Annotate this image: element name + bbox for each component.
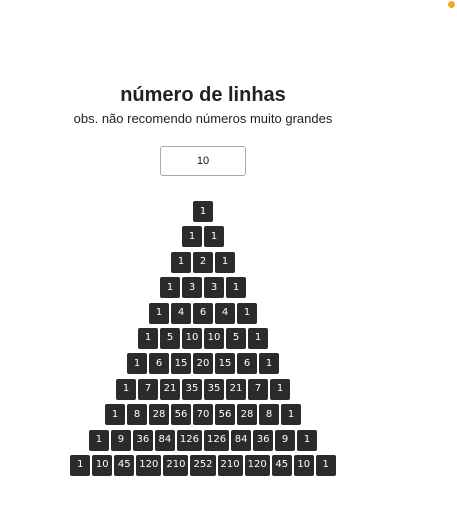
triangle-cell: 126 — [204, 429, 230, 451]
triangle-cell: 10 — [92, 454, 113, 476]
page-subtitle: obs. não recomendo números muito grandes — [73, 111, 333, 126]
number-of-lines-input[interactable] — [160, 146, 246, 176]
triangle-cell: 35 — [204, 378, 224, 400]
triangle-row: 1 10 45 120 210 252 210 120 45 10 1 — [0, 454, 406, 476]
triangle-cell: 1 — [105, 404, 125, 426]
triangle-cell: 21 — [226, 378, 246, 400]
triangle-cell: 1 — [226, 277, 246, 299]
triangle-cell: 36 — [132, 429, 153, 451]
triangle-cell: 252 — [190, 454, 216, 476]
triangle-cell: 1 — [182, 226, 202, 248]
triangle-cell: 1 — [315, 454, 336, 476]
status-dot — [448, 1, 455, 8]
triangle-cell: 8 — [127, 404, 147, 426]
triangle-cell: 1 — [70, 454, 91, 476]
triangle-cell: 3 — [182, 277, 202, 299]
triangle-cell: 70 — [193, 404, 213, 426]
triangle-cell: 1 — [193, 201, 213, 222]
triangle-cell: 56 — [171, 404, 191, 426]
triangle-cell: 36 — [253, 429, 274, 451]
triangle-cell: 6 — [193, 302, 213, 324]
triangle-cell: 45 — [114, 454, 135, 476]
triangle-row: 121 — [0, 251, 406, 273]
triangle-cell: 2 — [193, 251, 213, 273]
triangle-row: 1 8 28 56 70 56 28 8 1 — [0, 404, 406, 426]
triangle-cell: 1 — [88, 429, 109, 451]
triangle-cell: 8 — [259, 404, 279, 426]
triangle-cell: 9 — [275, 429, 296, 451]
triangle-cell: 10 — [204, 327, 224, 349]
triangle-cell: 21 — [160, 378, 180, 400]
triangle-cell: 1 — [259, 353, 279, 375]
triangle-cell: 20 — [193, 353, 213, 375]
triangle-cell: 56 — [215, 404, 235, 426]
triangle-cell: 6 — [149, 353, 169, 375]
triangle-cell: 15 — [215, 353, 235, 375]
triangle-cell: 4 — [215, 302, 235, 324]
triangle-cell: 84 — [231, 429, 252, 451]
triangle-cell: 6 — [237, 353, 257, 375]
triangle-cell: 1 — [171, 251, 191, 273]
triangle-cell: 1 — [204, 226, 224, 248]
triangle-cell: 4 — [171, 302, 191, 324]
triangle-cell: 9 — [110, 429, 131, 451]
triangle-cell: 5 — [226, 327, 246, 349]
triangle-cell: 45 — [271, 454, 292, 476]
triangle-cell: 210 — [217, 454, 243, 476]
triangle-cell: 210 — [163, 454, 189, 476]
triangle-cell: 7 — [138, 378, 158, 400]
triangle-cell: 1 — [248, 327, 268, 349]
triangle-row: 1331 — [0, 277, 406, 299]
triangle-cell: 1 — [138, 327, 158, 349]
triangle-cell: 1 — [281, 404, 301, 426]
triangle-cell: 28 — [237, 404, 257, 426]
triangle-row: 1 5 10 10 5 1 — [0, 327, 406, 349]
triangle-cell: 10 — [182, 327, 202, 349]
triangle-cell: 1 — [160, 277, 180, 299]
triangle-row: 1 7 21 35 35 21 7 1 — [0, 378, 406, 400]
page-title: número de linhas — [120, 84, 286, 106]
triangle-cell: 1 — [215, 251, 235, 273]
pascal-triangle: 1 1 1 1 2 1 1 3 3 1 1 4 6 4 1 1 5 10 10 5 1 1 6 15 20 15 6 1 1 7 21 35 3… — [0, 201, 406, 480]
triangle-row: 1 9 36 84 126 126 84 36 9 1 — [0, 429, 406, 451]
triangle-cell: 1 — [127, 353, 147, 375]
triangle-cell: 120 — [244, 454, 270, 476]
triangle-cell: 1 — [237, 302, 257, 324]
triangle-cell: 84 — [154, 429, 175, 451]
triangle-row: 14641 — [0, 302, 406, 324]
triangle-cell: 120 — [136, 454, 162, 476]
triangle-cell: 1 — [297, 429, 318, 451]
triangle-cell: 126 — [176, 429, 202, 451]
triangle-row: 11 — [0, 226, 406, 248]
triangle-cell: 5 — [160, 327, 180, 349]
triangle-row: 1 — [0, 201, 406, 222]
triangle-cell: 1 — [149, 302, 169, 324]
triangle-cell: 3 — [204, 277, 224, 299]
triangle-cell: 35 — [182, 378, 202, 400]
triangle-cell: 7 — [248, 378, 268, 400]
triangle-cell: 28 — [149, 404, 169, 426]
triangle-cell: 1 — [116, 378, 136, 400]
triangle-cell: 1 — [270, 378, 290, 400]
triangle-row: 1 6 15 20 15 6 1 — [0, 353, 406, 375]
triangle-cell: 10 — [293, 454, 314, 476]
triangle-cell: 15 — [171, 353, 191, 375]
